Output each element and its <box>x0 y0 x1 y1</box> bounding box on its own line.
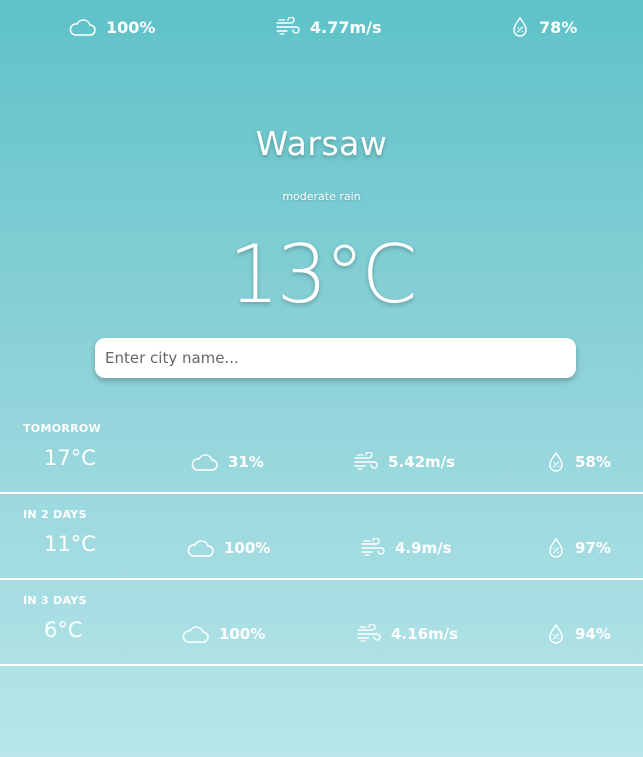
forecast-clouds-stat: 100% <box>181 622 265 646</box>
forecast-wind-stat: 5.42m/s <box>354 450 455 474</box>
forecast-wind-stat: 4.16m/s <box>357 622 458 646</box>
cloud-icon <box>190 452 218 472</box>
forecast-row: TOMORROW 17°C 31% 5.42m/s 58% <box>0 408 643 494</box>
forecast-humidity-value: 58% <box>575 453 611 471</box>
current-temperature: 13°C <box>228 228 418 321</box>
current-wind-value: 4.77m/s <box>310 17 382 37</box>
humidity-drop-icon <box>547 451 565 473</box>
city-search-input[interactable] <box>95 338 576 378</box>
forecast-clouds-value: 100% <box>224 539 271 557</box>
forecast-clouds-stat: 31% <box>190 450 264 474</box>
forecast-label: TOMORROW <box>23 422 101 435</box>
current-humidity-value: 78% <box>539 17 578 37</box>
current-wind-stat: 4.77m/s <box>276 12 382 42</box>
forecast-wind-stat: 4.9m/s <box>361 536 452 560</box>
wind-icon <box>354 452 378 472</box>
current-clouds-stat: 100% <box>68 12 155 42</box>
forecast-label: IN 2 DAYS <box>23 508 87 521</box>
humidity-drop-icon <box>547 623 565 645</box>
current-stats-bar: 100% 4.77m/s 78% <box>0 12 643 42</box>
forecast-label: IN 3 DAYS <box>23 594 87 607</box>
forecast-clouds-stat: 100% <box>186 536 270 560</box>
forecast-clouds-value: 100% <box>219 625 266 643</box>
forecast-clouds-value: 31% <box>228 453 264 471</box>
wind-icon <box>276 17 300 37</box>
forecast-humidity-stat: 58% <box>547 450 611 474</box>
humidity-drop-icon <box>547 537 565 559</box>
cloud-icon <box>181 624 209 644</box>
current-clouds-value: 100% <box>106 17 156 37</box>
cloud-icon <box>186 538 214 558</box>
forecast-wind-value: 5.42m/s <box>388 453 456 471</box>
cloud-icon <box>68 17 96 37</box>
forecast-temperature: 11°C <box>44 532 96 556</box>
forecast-wind-value: 4.9m/s <box>395 539 452 557</box>
forecast-humidity-stat: 94% <box>547 622 611 646</box>
forecast-row: IN 2 DAYS 11°C 100% 4.9m/s 97% <box>0 494 643 580</box>
current-humidity-stat: 78% <box>511 12 577 42</box>
forecast-row: IN 3 DAYS 6°C 100% 4.16m/s 94% <box>0 580 643 666</box>
humidity-drop-icon <box>511 16 529 38</box>
forecast-temperature: 6°C <box>44 618 83 642</box>
forecast-temperature: 17°C <box>44 446 96 470</box>
city-name: Warsaw <box>255 124 388 163</box>
forecast-wind-value: 4.16m/s <box>391 625 459 643</box>
wind-icon <box>357 624 381 644</box>
wind-icon <box>361 538 385 558</box>
forecast-humidity-value: 97% <box>575 539 611 557</box>
weather-description: moderate rain <box>282 190 361 203</box>
forecast-humidity-stat: 97% <box>547 536 611 560</box>
forecast-humidity-value: 94% <box>575 625 611 643</box>
